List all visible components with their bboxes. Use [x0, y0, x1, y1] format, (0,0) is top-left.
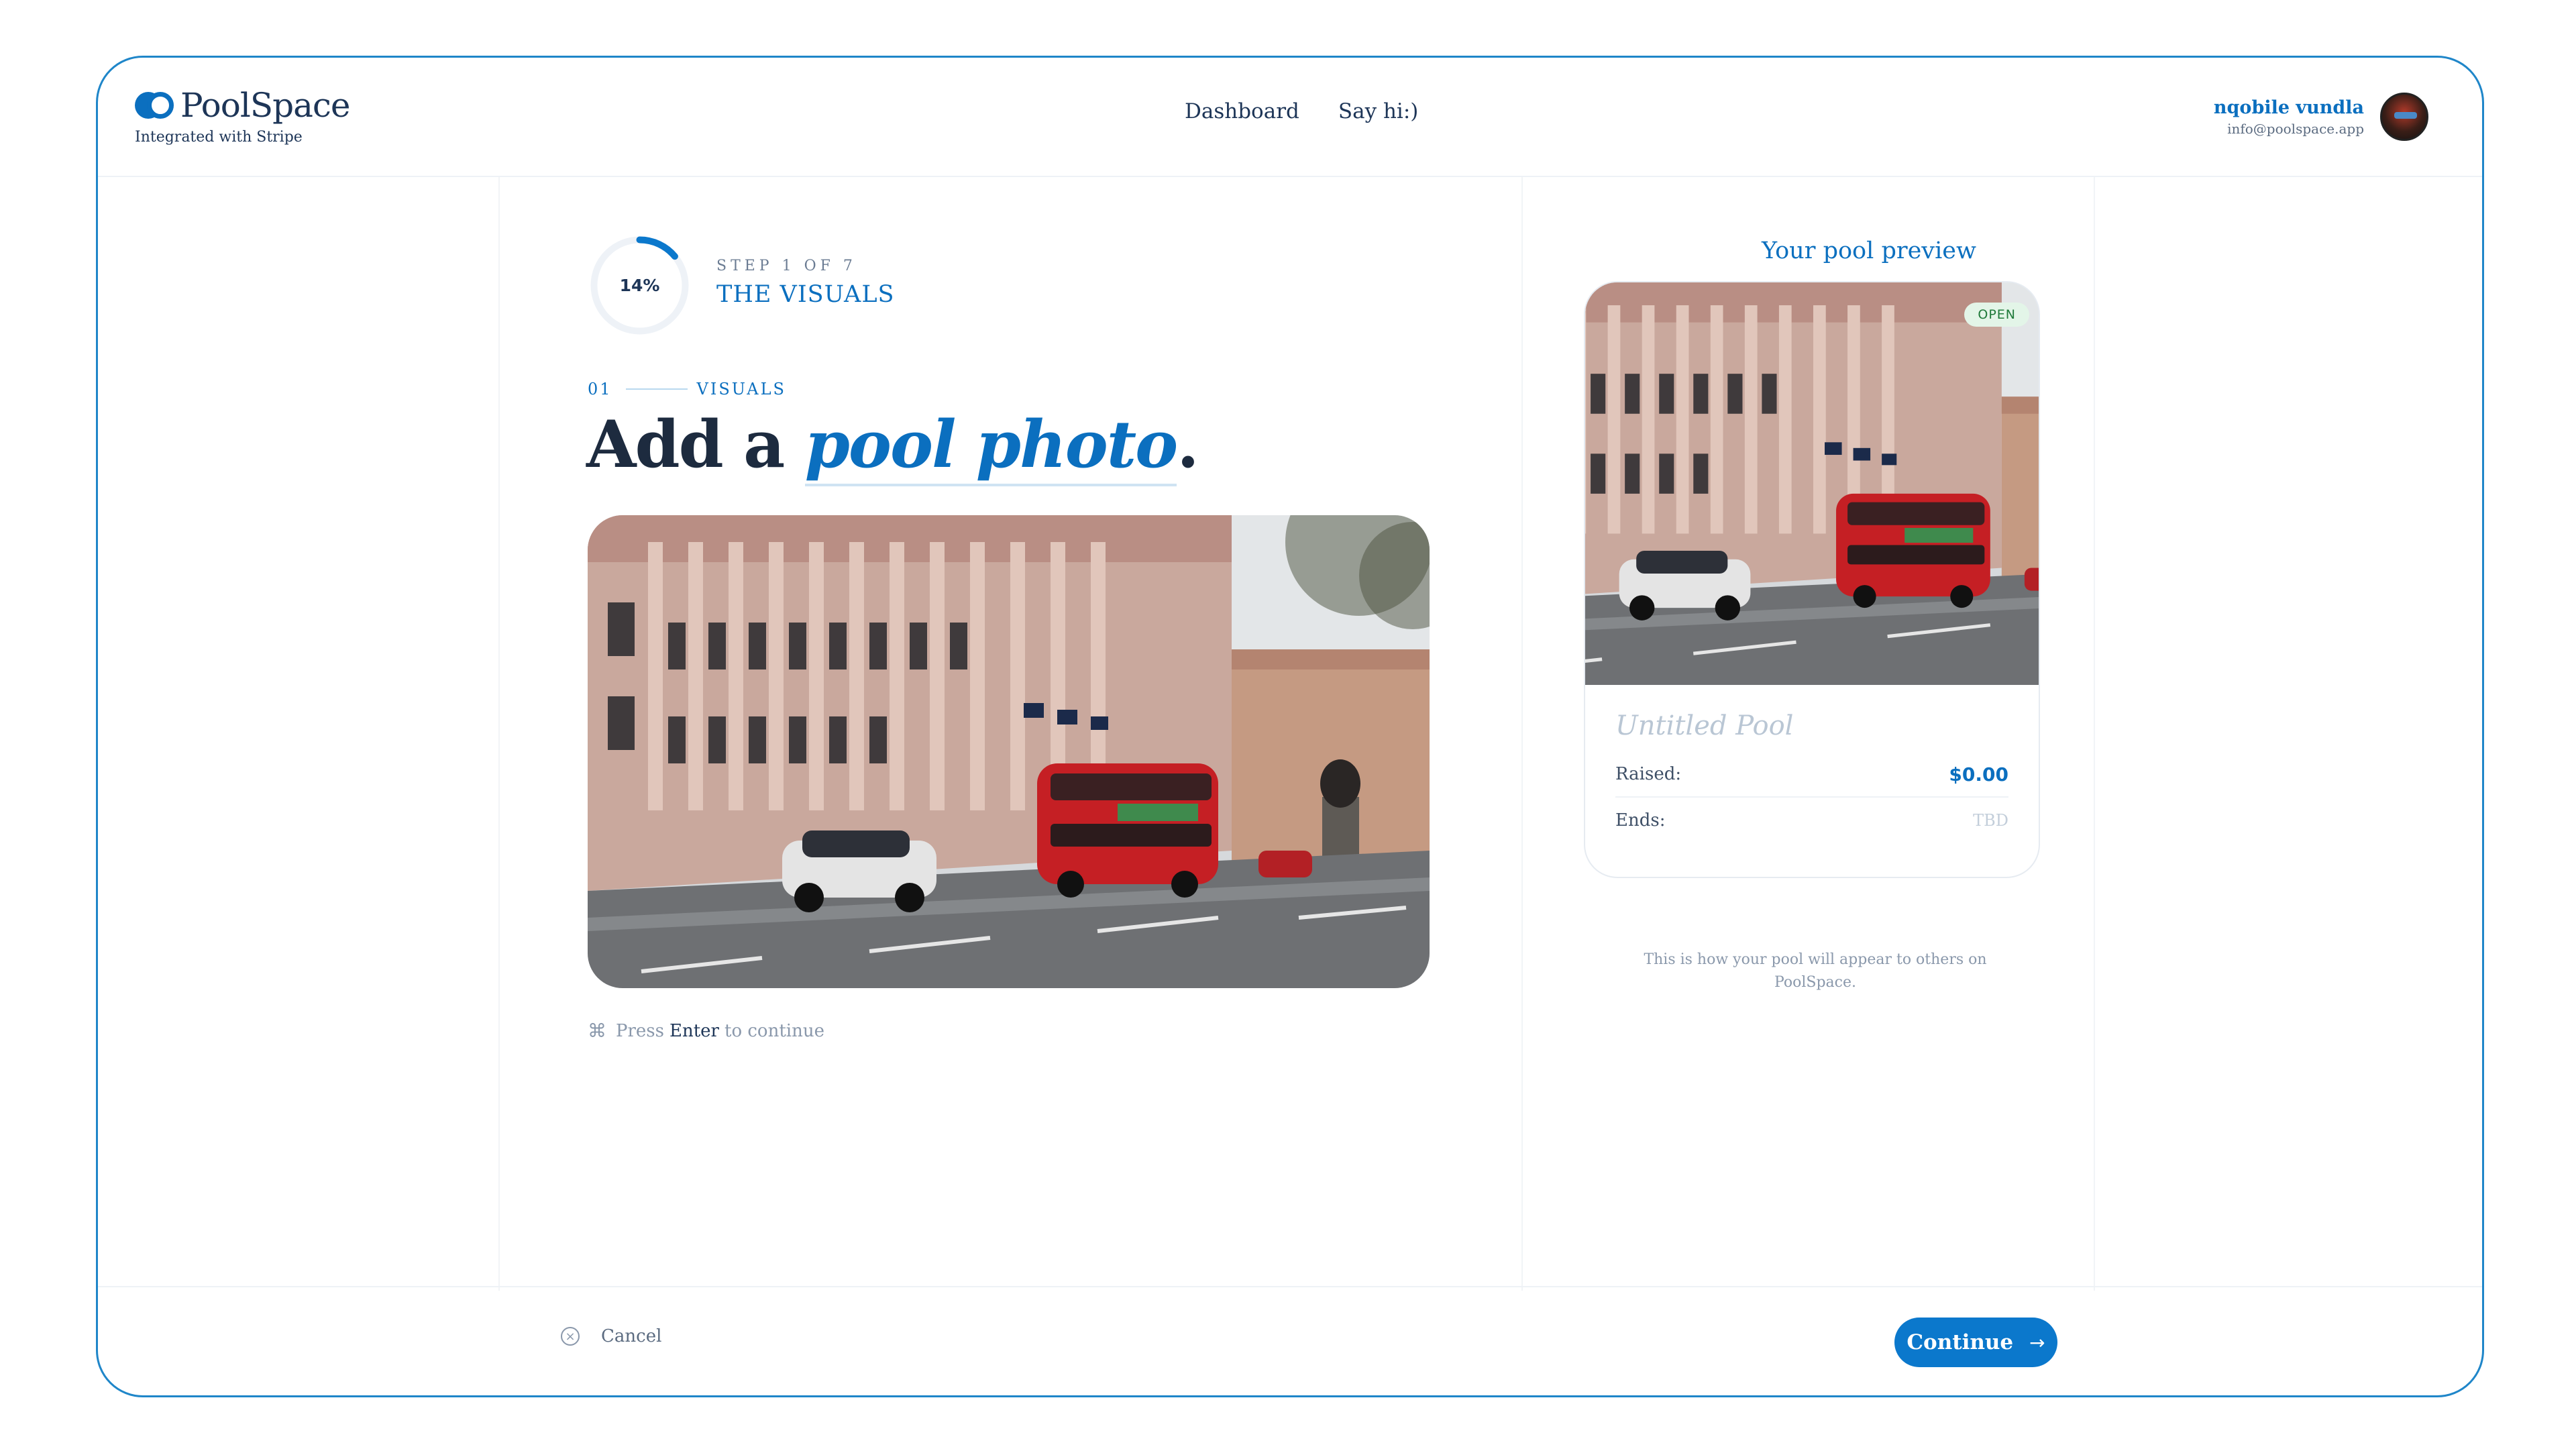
hint-key: Enter: [669, 1020, 719, 1041]
preview-photo: OPEN: [1585, 282, 2040, 685]
poolspace-logo-icon: [135, 92, 174, 119]
raised-value: $0.00: [1949, 763, 2008, 786]
user-menu[interactable]: nqobile vundla info@poolspace.app: [2214, 93, 2428, 141]
arrow-right-icon: →: [2029, 1331, 2045, 1354]
continue-label: Continue: [1907, 1330, 2014, 1354]
section-name: VISUALS: [696, 380, 786, 398]
pool-photo-upload[interactable]: [588, 515, 1430, 988]
progress-ring: 14%: [588, 233, 692, 337]
section-divider: [625, 388, 688, 390]
preview-body: Untitled Pool Raised: $0.00 Ends: TBD: [1615, 710, 2008, 843]
user-info: nqobile vundla info@poolspace.app: [2214, 97, 2364, 137]
keyboard-hint: ⌘ Press Enter to continue: [588, 1020, 824, 1042]
section-label: 01 VISUALS: [588, 380, 786, 398]
ends-row: Ends: TBD: [1615, 798, 2008, 843]
column-divider: [1521, 177, 1523, 1291]
column-divider: [2094, 177, 2095, 1291]
brand[interactable]: PoolSpace Integrated with Stripe: [135, 86, 350, 146]
pool-photo-image: [588, 515, 1430, 988]
step-title: THE VISUALS: [716, 281, 895, 308]
preview-title: Your pool preview: [1762, 237, 1976, 264]
pool-preview-card: OPEN Untitled Pool Raised: $0.00 Ends: T…: [1584, 281, 2040, 878]
section-number: 01: [588, 380, 612, 398]
step-meta: STEP 1 OF 7 THE VISUALS: [716, 258, 895, 308]
app-window: PoolSpace Integrated with Stripe Dashboa…: [96, 56, 2484, 1397]
ends-value: TBD: [1973, 811, 2008, 830]
preview-note: This is how your pool will appear to oth…: [1644, 951, 1987, 991]
command-key-icon: ⌘: [588, 1020, 606, 1042]
page-title: Add a pool photo.: [586, 407, 1199, 486]
step-count: STEP 1 OF 7: [716, 258, 857, 274]
footer-bar: × Cancel Continue →: [98, 1286, 2482, 1395]
avatar[interactable]: [2380, 93, 2428, 141]
cancel-button[interactable]: × Cancel: [561, 1326, 661, 1346]
nav-say-hi-link[interactable]: Say hi:): [1338, 99, 1419, 123]
nav-dashboard-link[interactable]: Dashboard: [1185, 99, 1299, 123]
continue-button[interactable]: Continue →: [1894, 1318, 2057, 1367]
title-prefix: Add a: [586, 407, 805, 482]
title-suffix: .: [1177, 407, 1199, 482]
hint-before: Press: [616, 1020, 664, 1041]
close-circle-icon: ×: [561, 1327, 580, 1346]
preview-photo-image: [1585, 282, 2040, 685]
raised-row: Raised: $0.00: [1615, 752, 2008, 798]
brand-subtitle: Integrated with Stripe: [135, 129, 303, 146]
user-name: nqobile vundla: [2213, 97, 2364, 118]
hint-after: to continue: [724, 1020, 824, 1041]
raised-label: Raised:: [1615, 764, 1682, 784]
status-badge: OPEN: [1964, 303, 2029, 327]
main-nav: Dashboard Say hi:): [1185, 99, 1418, 123]
user-email: info@poolspace.app: [2227, 120, 2364, 137]
title-accent: pool photo: [804, 407, 1178, 486]
brand-name: PoolSpace: [180, 86, 350, 125]
preview-pool-name: Untitled Pool: [1615, 710, 1794, 741]
progress-percent: 14%: [619, 276, 660, 295]
cancel-label: Cancel: [601, 1326, 662, 1346]
top-header: PoolSpace Integrated with Stripe Dashboa…: [98, 58, 2482, 177]
column-divider: [498, 177, 500, 1291]
ends-label: Ends:: [1615, 810, 1666, 830]
